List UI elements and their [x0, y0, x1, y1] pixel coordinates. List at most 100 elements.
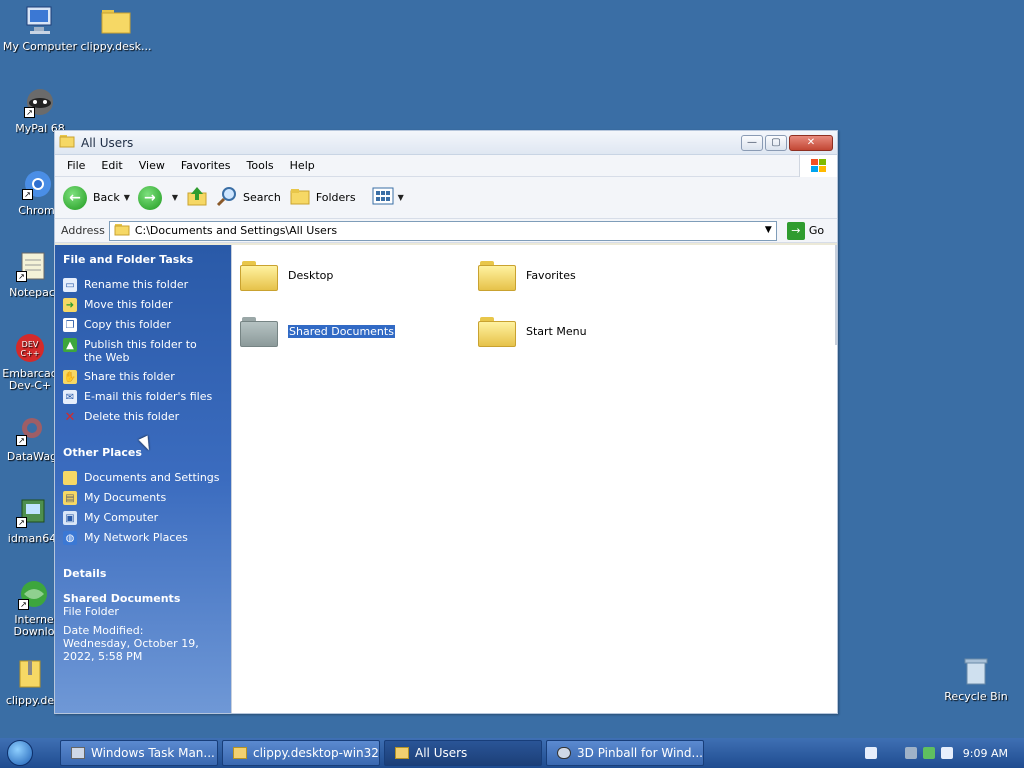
task-move-folder[interactable]: ➜ Move this folder: [63, 298, 231, 312]
clock[interactable]: 9:09 AM: [963, 747, 1008, 760]
taskbar-btn-pinball[interactable]: 3D Pinball for Wind...: [546, 740, 704, 766]
views-icon: [372, 187, 394, 208]
file-item-start-menu[interactable]: Start Menu: [478, 315, 587, 347]
menu-view[interactable]: View: [131, 159, 173, 172]
taskbar: Windows Task Man... clippy.desktop-win32…: [0, 738, 1024, 768]
scrollbar[interactable]: [835, 245, 837, 345]
recycle-bin-icon: [962, 656, 990, 686]
folder-icon: [100, 4, 132, 36]
chevron-down-icon: ▼: [397, 193, 404, 202]
window-title: All Users: [81, 135, 134, 150]
up-folder-button[interactable]: [186, 185, 208, 210]
folder-icon: [395, 747, 409, 759]
notepad-icon: ↗: [16, 250, 48, 282]
place-documents-and-settings[interactable]: Documents and Settings: [63, 471, 231, 485]
shared-folder-icon: [240, 315, 278, 347]
menu-edit[interactable]: Edit: [93, 159, 130, 172]
windows-orb-icon: [7, 740, 33, 766]
place-my-computer[interactable]: ▣ My Computer: [63, 511, 231, 525]
maximize-button[interactable]: ▢: [765, 134, 787, 151]
pinball-icon: [557, 747, 571, 759]
task-share-folder[interactable]: ✋ Share this folder: [63, 370, 231, 384]
minimize-button[interactable]: —: [741, 134, 763, 151]
network-status-icon[interactable]: [922, 747, 935, 759]
views-button[interactable]: ▼: [372, 187, 404, 208]
folder-icon: [478, 315, 516, 347]
details-type: File Folder: [63, 605, 119, 618]
datawag-icon: ↗: [16, 414, 48, 446]
file-item-favorites[interactable]: Favorites: [478, 259, 576, 291]
folder-icon: [233, 747, 247, 759]
forward-button[interactable]: → ▼: [137, 185, 178, 210]
chromium-icon: ↗: [22, 168, 54, 200]
menu-tools[interactable]: Tools: [239, 159, 282, 172]
task-pane: File and Folder Tasks ▭ Rename this fold…: [55, 245, 231, 713]
task-delete-folder[interactable]: ✕ Delete this folder: [63, 410, 231, 424]
desktop-icon-clippy-folder[interactable]: clippy.desk...: [76, 4, 156, 53]
computer-icon: [24, 4, 56, 36]
menu-file[interactable]: File: [59, 159, 93, 172]
publish-icon: ▲: [63, 338, 77, 352]
address-path: C:\Documents and Settings\All Users: [134, 224, 338, 237]
task-publish-folder[interactable]: ▲ Publish this folder to the Web: [63, 338, 231, 364]
folder-icon: [59, 134, 75, 151]
place-my-network-places[interactable]: ◍ My Network Places: [63, 531, 231, 545]
delete-icon: ✕: [64, 409, 76, 425]
volume-icon[interactable]: [940, 747, 953, 759]
back-arrow-icon: ←: [63, 185, 87, 210]
address-label: Address: [61, 224, 105, 237]
search-button[interactable]: Search: [216, 185, 281, 210]
folder-content-view[interactable]: Desktop Favorites Shared Documents Start…: [231, 245, 837, 713]
menu-help[interactable]: Help: [282, 159, 323, 172]
folder-icon: [114, 223, 130, 239]
desktop-icon-my-computer[interactable]: My Computer: [0, 4, 80, 53]
folder-icon: [240, 259, 278, 291]
place-my-documents[interactable]: ▤ My Documents: [63, 491, 231, 505]
chevron-down-icon[interactable]: ▼: [124, 193, 130, 202]
desktop-icon-recycle-bin[interactable]: Recycle Bin: [940, 656, 1012, 703]
task-email-files[interactable]: ✉ E-mail this folder's files: [63, 390, 231, 404]
file-item-shared-documents[interactable]: Shared Documents: [240, 315, 396, 347]
copy-icon: ❐: [63, 318, 77, 332]
zip-icon: [14, 658, 46, 690]
share-icon: ✋: [63, 370, 77, 384]
idman-icon: ↗: [16, 496, 48, 528]
folders-button[interactable]: Folders: [289, 186, 356, 209]
windows-logo-icon: [799, 155, 837, 177]
explorer-window: All Users — ▢ ✕ File Edit View Favorites…: [54, 130, 838, 714]
search-icon: [216, 185, 238, 210]
computer-icon: ▣: [63, 511, 77, 525]
address-input[interactable]: C:\Documents and Settings\All Users ▼: [108, 220, 777, 241]
file-item-desktop[interactable]: Desktop: [240, 259, 333, 291]
chevron-down-icon[interactable]: ▼: [172, 193, 178, 202]
desktop-icon-mypal[interactable]: ↗ MyPal 68: [0, 86, 80, 135]
internet-icon: ↗: [18, 578, 50, 610]
window-titlebar[interactable]: All Users — ▢ ✕: [55, 131, 837, 155]
details-header[interactable]: Details: [63, 567, 231, 580]
task-rename-folder[interactable]: ▭ Rename this folder: [63, 278, 231, 292]
tray-app-icon[interactable]: [904, 747, 917, 759]
menu-favorites[interactable]: Favorites: [173, 159, 239, 172]
taskbar-btn-clippy[interactable]: clippy.desktop-win32: [222, 740, 380, 766]
address-bar: Address C:\Documents and Settings\All Us…: [55, 219, 837, 243]
task-manager-icon: [71, 747, 85, 759]
taskbar-btn-task-manager[interactable]: Windows Task Man...: [60, 740, 218, 766]
up-folder-icon: [186, 185, 208, 210]
move-icon: ➜: [63, 298, 77, 312]
recycle-bin-label: Recycle Bin: [944, 690, 1008, 703]
taskbar-btn-all-users[interactable]: All Users: [384, 740, 542, 766]
rename-icon: ▭: [63, 278, 77, 292]
start-button[interactable]: [0, 738, 40, 768]
raccoon-icon: ↗: [24, 86, 56, 118]
keyboard-icon[interactable]: [864, 747, 877, 759]
task-copy-folder[interactable]: ❐ Copy this folder: [63, 318, 231, 332]
file-folder-tasks-header[interactable]: File and Folder Tasks: [63, 253, 231, 266]
chevron-down-icon[interactable]: ▼: [765, 225, 772, 235]
close-button[interactable]: ✕: [789, 134, 833, 151]
network-icon: ◍: [63, 531, 77, 545]
details-name: Shared Documents: [63, 592, 181, 605]
details-modified: Date Modified: Wednesday, October 19, 20…: [63, 624, 199, 663]
go-button[interactable]: → Go: [786, 221, 824, 240]
devcpp-icon: DEV C++: [14, 332, 46, 364]
back-button[interactable]: ← Back ▼: [63, 185, 130, 210]
